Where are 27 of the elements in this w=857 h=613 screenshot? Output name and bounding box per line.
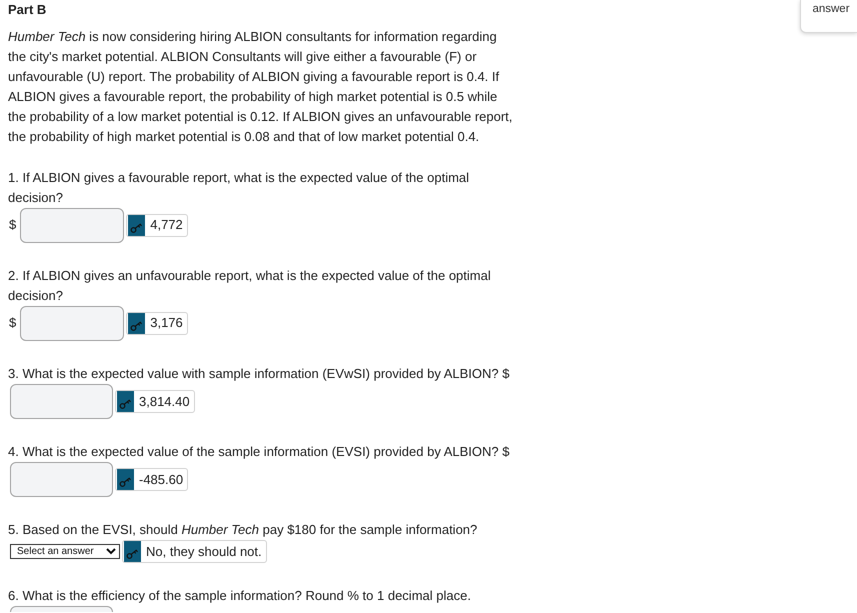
question-text: 4. What is the expected value of the sample information (EVSI) provided by ALBION? $	[8, 443, 510, 462]
question-text: 1. If ALBION gives a favourable report, what is the expected value of the optimal decision?	[8, 168, 470, 207]
answer-input-field[interactable]	[10, 384, 113, 420]
key-icon	[117, 391, 134, 412]
key-icon	[117, 469, 134, 490]
answer-value: -485.60	[138, 470, 184, 489]
answer-input-field[interactable]	[10, 462, 113, 498]
answer-value: 4,772	[149, 216, 183, 234]
key-icon	[128, 312, 146, 334]
answer-value: No, they should not.	[145, 542, 262, 561]
answer-value: 3,814.40	[138, 392, 190, 411]
answer-value: 3,176	[149, 314, 183, 332]
key-icon	[124, 541, 141, 562]
answer-dropdown[interactable]: Select an answer	[10, 544, 120, 560]
question-text: 2. If ALBION gives an unfavourable report, what is the expected value of the optimal decision?	[8, 266, 492, 305]
question-text: 5. Based on the EVSI, should Humber Tech pay $180 for the sample information?	[8, 521, 478, 540]
currency-label: $	[9, 216, 16, 234]
problem-paragraph: Humber Tech is now considering hiring ALBION consultants for information regarding the city's market potential. ALBION Consultants will give either a favourable (F) or unfavourable (U) report. The probability of ALBION giving a favourable report is 0.4. If ALBION gives a favourable report, the probability of high market potential is 0.5 while the probability of a low market potential is 0.12. If ALBION gives an unfavourable report, the probability of high market potential is 0.08 and that of low market potential 0.4.	[8, 28, 514, 146]
answer-button[interactable]: answer	[800, 0, 857, 33]
currency-label: $	[9, 314, 16, 332]
answer-input-field[interactable]	[20, 208, 124, 243]
key-icon	[128, 214, 146, 236]
question-text: 6. What is the efficiency of the sample information? Round % to 1 decimal place.	[8, 587, 472, 606]
answer-input-field[interactable]	[20, 306, 124, 341]
question-text: 3. What is the expected value with sample information (EVwSI) provided by ALBION? $	[8, 364, 510, 383]
answer-input-field[interactable]	[10, 606, 113, 612]
section-title: Part B	[8, 1, 48, 19]
